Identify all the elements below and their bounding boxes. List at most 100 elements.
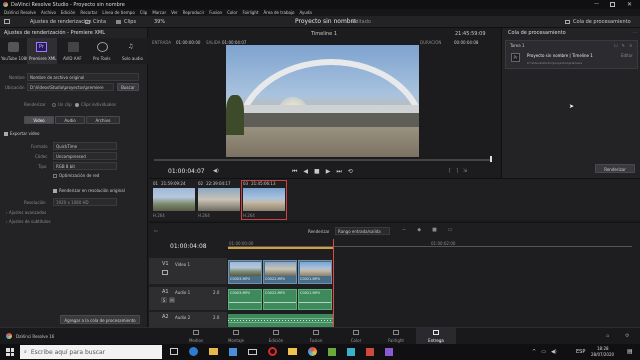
- fit-icon[interactable]: ▭: [448, 227, 453, 233]
- type-select[interactable]: RGB 8 bit: [53, 162, 117, 170]
- menu-item[interactable]: Fairlight: [243, 10, 259, 15]
- preset-avid[interactable]: AVID AAF: [60, 38, 88, 64]
- menu-item[interactable]: Ver: [171, 10, 178, 15]
- loop-icon[interactable]: ⟲: [348, 168, 353, 175]
- menu-item[interactable]: Fusion: [209, 10, 222, 15]
- export-video-checkbox[interactable]: Exportar video: [4, 131, 39, 136]
- home-icon[interactable]: ⌂: [606, 333, 609, 339]
- media-toggle[interactable]: Clips: [116, 19, 136, 25]
- filename-input[interactable]: Nombre de archivo original: [27, 73, 139, 81]
- menu-item[interactable]: Reproducir: [183, 10, 205, 15]
- audio-clip[interactable]: C0003.MP4: [228, 289, 262, 310]
- timeline-playhead[interactable]: [333, 239, 334, 327]
- track-a1-mute-button[interactable]: M: [169, 297, 175, 303]
- app-icon[interactable]: [347, 347, 355, 356]
- folder-icon[interactable]: [209, 348, 218, 355]
- clock-date[interactable]: 28/07/2020: [591, 352, 614, 357]
- job-edit[interactable]: Editar: [621, 53, 633, 58]
- volume-icon[interactable]: ◀): [213, 168, 219, 174]
- app-icon[interactable]: [366, 347, 374, 356]
- render-settings-toggle[interactable]: Ajustes de renderización: [30, 19, 92, 25]
- preset-premiere[interactable]: Pr Premiere XML: [27, 38, 57, 64]
- clip-thumbnail[interactable]: 03 21:45:06:13 H.264: [241, 180, 287, 220]
- network-optimization-checkbox[interactable]: Optimización de red: [53, 173, 99, 178]
- page-tab[interactable]: Edición: [256, 328, 296, 345]
- panel-toggle-icon[interactable]: [4, 19, 10, 24]
- zoom-in-icon[interactable]: ■: [432, 227, 437, 233]
- zoom-out-icon[interactable]: −: [402, 227, 406, 233]
- full-range-icon[interactable]: ⇲: [463, 168, 467, 174]
- resolve-taskbar-icon[interactable]: [308, 347, 317, 356]
- render-range-select[interactable]: Rango entrada/salida: [335, 227, 390, 235]
- close-icon[interactable]: ✕: [629, 43, 632, 48]
- render-queue-toggle[interactable]: Cola de procesamiento: [565, 19, 631, 25]
- app-icon[interactable]: [385, 347, 393, 356]
- checkbox-icon[interactable]: ☐: [614, 43, 618, 48]
- tab-video[interactable]: Video: [24, 116, 54, 124]
- volume-icon[interactable]: ◀): [551, 349, 557, 355]
- format-select[interactable]: QuickTime: [53, 142, 117, 150]
- close-button[interactable]: ✕: [627, 1, 632, 8]
- edge-icon[interactable]: [189, 347, 198, 356]
- clip-thumbnail[interactable]: 02 22:39:04:17 H.264: [197, 181, 241, 219]
- skip-start-icon[interactable]: ⏮: [292, 168, 297, 175]
- settings-icon[interactable]: ⚙: [625, 333, 629, 339]
- clock-time[interactable]: 18:28: [597, 346, 609, 351]
- tray-chevron-icon[interactable]: ^: [532, 349, 536, 355]
- tab-file[interactable]: Archivo: [86, 116, 120, 124]
- menu-item[interactable]: Color: [227, 10, 237, 15]
- render-job-card[interactable]: Tarea 1 ☐ ✎ ✕ Pr Proyecto sin nombre | T…: [505, 40, 638, 69]
- preset-youtube[interactable]: YouTube 1080p: [0, 38, 31, 64]
- location-input[interactable]: D:\Videos\Studio\proyectos\premiere: [27, 83, 114, 91]
- opera-icon[interactable]: [268, 347, 277, 356]
- viewer-zoom[interactable]: 39%: [154, 19, 165, 25]
- queue-options-icon[interactable]: ⋯: [633, 30, 637, 35]
- store-icon[interactable]: [229, 347, 237, 356]
- out-point-icon[interactable]: ⌉: [456, 168, 458, 174]
- task-view-icon[interactable]: [170, 348, 178, 355]
- page-tab[interactable]: Montaje: [216, 328, 256, 345]
- explorer-icon[interactable]: [288, 348, 297, 355]
- advanced-settings-section[interactable]: › Ajustes avanzados: [6, 210, 46, 215]
- tab-audio[interactable]: Audio: [55, 116, 85, 124]
- menu-item[interactable]: Ayuda: [300, 10, 312, 15]
- page-tab[interactable]: Color: [336, 328, 376, 345]
- menu-item[interactable]: Recortar: [80, 10, 97, 15]
- menu-item[interactable]: Línea de tiempo: [102, 10, 134, 15]
- add-to-render-queue-button[interactable]: Agregar a la cola de procesamiento: [60, 315, 140, 324]
- video-clip[interactable]: C0003.MP4: [228, 260, 262, 284]
- maximize-button[interactable]: [610, 2, 615, 7]
- menu-item[interactable]: Archivo: [41, 10, 56, 15]
- timeline-name[interactable]: Timeline 1: [311, 31, 337, 37]
- taskbar-search[interactable]: ⌕ Escribe aquí para buscar: [20, 345, 162, 359]
- resolution-select[interactable]: 1920 x 1080 HD: [53, 198, 117, 206]
- render-single-clip[interactable]: Un clip: [52, 102, 72, 107]
- page-tab[interactable]: Medios: [176, 328, 216, 345]
- timeline-view-icon[interactable]: ▭: [154, 228, 158, 233]
- clip-thumbnail[interactable]: 01 21:59:09:24 H.264: [152, 181, 196, 219]
- input-language[interactable]: ESP: [576, 349, 585, 355]
- stop-icon[interactable]: ■: [314, 168, 320, 175]
- viewer-frame[interactable]: [226, 45, 419, 157]
- scrubber-playhead[interactable]: [490, 156, 492, 162]
- scrubber-bar[interactable]: [154, 159, 491, 161]
- app-icon[interactable]: [328, 347, 336, 356]
- video-clip[interactable]: C0021.MP4: [298, 260, 332, 284]
- page-tab[interactable]: Fairlight: [376, 328, 416, 345]
- menu-item[interactable]: Área de trabajo: [264, 10, 295, 15]
- preset-protools[interactable]: Pro Tools: [89, 38, 117, 64]
- render-individual-clips[interactable]: Clips individuales: [75, 102, 116, 107]
- menu-item[interactable]: Edición: [61, 10, 75, 15]
- menu-item[interactable]: Clip: [140, 10, 148, 15]
- audio-clip[interactable]: C0022.MP4: [263, 289, 297, 310]
- mail-icon[interactable]: [248, 348, 257, 355]
- clips-toggle[interactable]: Cinta: [85, 19, 106, 25]
- network-icon[interactable]: ▭: [541, 349, 546, 355]
- subtitle-settings-section[interactable]: › Ajustes de subtítulos: [6, 219, 51, 224]
- skip-end-icon[interactable]: ⏭: [336, 168, 341, 175]
- menu-item[interactable]: DaVinci Resolve: [4, 10, 36, 15]
- pencil-icon[interactable]: ✎: [622, 43, 625, 48]
- play-icon[interactable]: ▶: [326, 168, 331, 175]
- render-at-source-res-checkbox[interactable]: Renderizar en resolución original: [53, 188, 125, 193]
- browse-button[interactable]: Buscar: [117, 83, 139, 91]
